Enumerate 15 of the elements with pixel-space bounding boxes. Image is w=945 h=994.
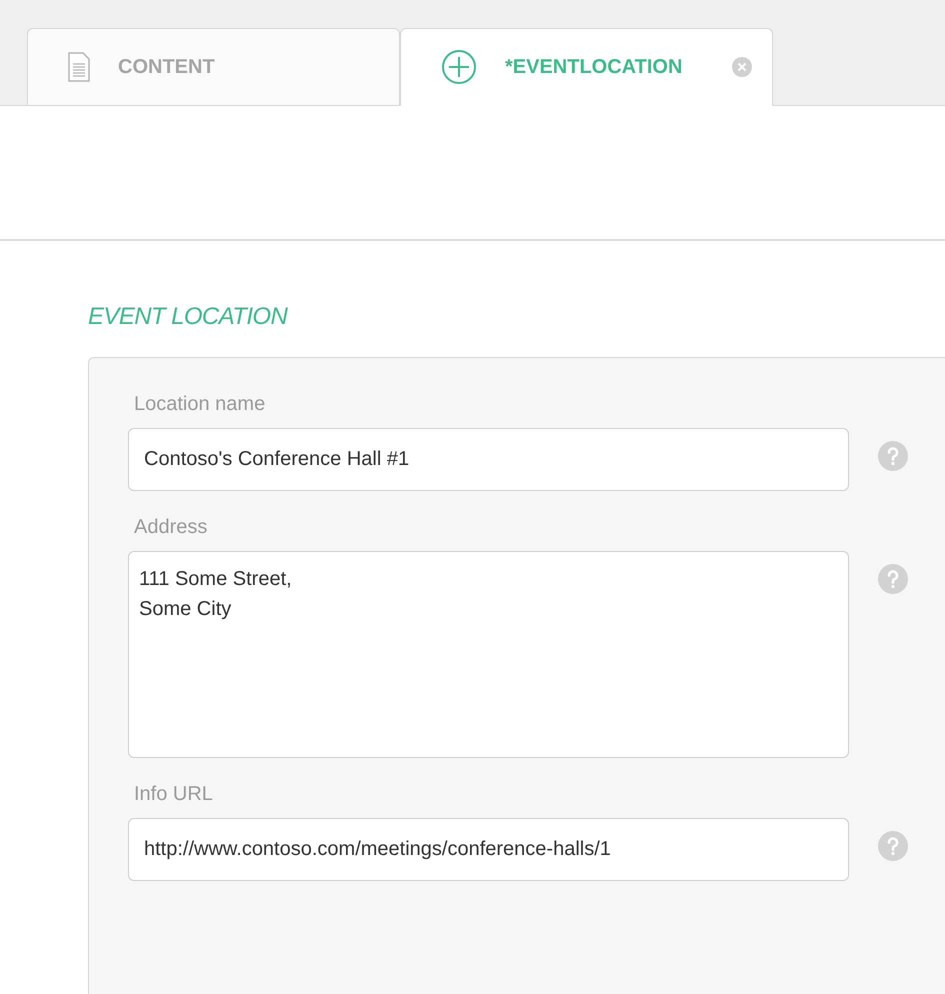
plus-circle-icon — [441, 49, 477, 85]
help-icon[interactable] — [878, 831, 908, 861]
section-title: EVENT LOCATION — [88, 305, 289, 329]
address-field[interactable]: 111 Some Street, Some City — [128, 551, 849, 758]
help-icon[interactable] — [878, 441, 908, 471]
help-icon[interactable] — [878, 564, 908, 594]
field-label: Address — [134, 517, 208, 537]
input-field[interactable]: Contoso's Conference Hall #1 — [128, 428, 849, 491]
close-icon[interactable] — [732, 57, 752, 77]
tab-label: *EVENTLOCATION — [505, 55, 682, 80]
field-label: Location name — [134, 394, 266, 414]
input-field[interactable]: http://www.contoso.com/meetings/conference-halls/1 — [128, 818, 849, 881]
tab-label: CONTENT — [118, 55, 215, 80]
document-icon — [68, 52, 90, 82]
field-label: Info URL — [134, 784, 214, 804]
